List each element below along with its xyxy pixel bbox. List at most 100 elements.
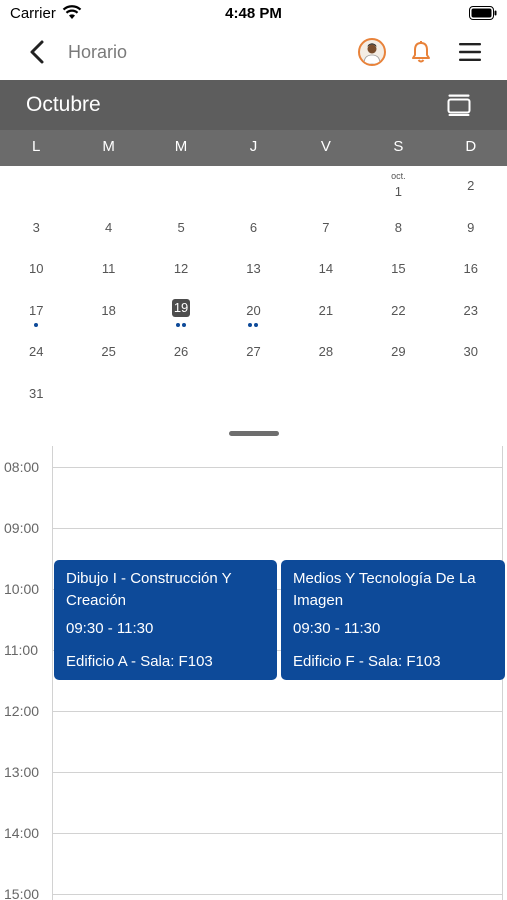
calendar-day-3[interactable]: 3 bbox=[0, 208, 72, 250]
event-indicator-dots bbox=[145, 321, 217, 327]
calendar-day-21[interactable]: 21 bbox=[290, 291, 362, 333]
class-event-card[interactable]: Dibujo I - Construcción Y Creación 09:30 … bbox=[54, 560, 277, 680]
day-number: 6 bbox=[249, 219, 258, 235]
weekday-label: J bbox=[249, 138, 258, 155]
calendar-day-31[interactable]: 31 bbox=[0, 374, 72, 416]
event-dot bbox=[34, 322, 39, 327]
day-number: 16 bbox=[463, 261, 478, 277]
calendar-view-toggle-button[interactable] bbox=[447, 93, 471, 117]
user-avatar-icon bbox=[363, 43, 381, 64]
day-number: 31 bbox=[28, 386, 44, 401]
class-event-card[interactable]: Medios Y Tecnología De La Imagen 09:30 - … bbox=[281, 560, 505, 680]
event-dot bbox=[254, 322, 259, 327]
day-number: 9 bbox=[467, 219, 475, 235]
event-indicator-dots bbox=[0, 321, 72, 327]
page-title: Horario bbox=[68, 42, 128, 62]
event-indicator-dots bbox=[217, 321, 289, 327]
day-number: 27 bbox=[246, 344, 261, 360]
calendar-day-15[interactable]: 15 bbox=[362, 249, 434, 291]
calendar-day-11[interactable]: 11 bbox=[72, 249, 144, 291]
calendar-day-13[interactable]: 13 bbox=[217, 249, 289, 291]
day-number: 2 bbox=[467, 178, 475, 193]
menu-button[interactable] bbox=[458, 41, 482, 63]
calendar-day-26[interactable]: 26 bbox=[145, 332, 217, 374]
calendar-day-17[interactable]: 17 bbox=[0, 291, 72, 333]
day-number: 4 bbox=[105, 219, 113, 235]
day-number: 5 bbox=[177, 219, 185, 235]
day-number: 3 bbox=[32, 219, 40, 235]
hour-gridline bbox=[52, 528, 503, 529]
calendar-day-4[interactable]: 4 bbox=[72, 208, 144, 250]
avatar[interactable] bbox=[358, 38, 386, 66]
hour-gridline bbox=[52, 894, 503, 895]
day-number: 19 bbox=[172, 298, 191, 317]
weekday-label: M bbox=[102, 138, 115, 155]
weekday-header-row: LMMJVSD bbox=[0, 130, 507, 166]
calendar-day-6[interactable]: 6 bbox=[217, 208, 289, 250]
calendar-day-22[interactable]: 22 bbox=[362, 291, 434, 333]
hour-label: 10:00 bbox=[4, 581, 40, 597]
hour-label: 11:00 bbox=[4, 642, 38, 658]
day-number: 1 bbox=[394, 184, 402, 199]
day-number: 20 bbox=[246, 302, 261, 318]
back-button[interactable] bbox=[24, 38, 54, 68]
event-title: Dibujo I - Construcción Y Creación bbox=[66, 570, 232, 609]
notifications-button[interactable] bbox=[409, 39, 433, 65]
calendar-day-25[interactable]: 25 bbox=[72, 332, 144, 374]
event-time: 09:30 - 11:30 bbox=[66, 620, 154, 637]
calendar-day-20[interactable]: 20 bbox=[217, 291, 289, 333]
bell-icon bbox=[412, 41, 430, 63]
event-title: Medios Y Tecnología De La Imagen bbox=[293, 570, 476, 609]
day-number: 30 bbox=[463, 344, 478, 360]
day-number: 23 bbox=[463, 302, 478, 318]
calendar-day-16[interactable]: 16 bbox=[435, 249, 507, 291]
hour-gridline bbox=[52, 467, 503, 468]
calendar-day-8[interactable]: 8 bbox=[362, 208, 434, 250]
day-timeline[interactable]: 08:00 09:00 10:00 11:00 12:00 13:00 14:00 15:00… bbox=[0, 446, 507, 900]
stack-view-icon bbox=[447, 94, 471, 116]
event-time: 09:30 - 11:30 bbox=[293, 620, 381, 637]
chevron-left-icon bbox=[30, 40, 44, 64]
day-number: 15 bbox=[391, 261, 406, 277]
day-number: 12 bbox=[173, 261, 189, 277]
hour-label: 13:00 bbox=[4, 764, 40, 780]
calendar-day-1[interactable]: oct. 1 bbox=[362, 166, 434, 208]
day-number: 18 bbox=[101, 302, 116, 318]
status-bar: Carrier 4:48 PM bbox=[0, 0, 507, 28]
calendar-day-5[interactable]: 5 bbox=[145, 208, 217, 250]
day-number: 10 bbox=[28, 261, 44, 277]
calendar-day-12[interactable]: 12 bbox=[145, 249, 217, 291]
day-number: 25 bbox=[101, 344, 116, 360]
day-number: 14 bbox=[318, 261, 334, 277]
calendar-day-30[interactable]: 30 bbox=[435, 332, 507, 374]
calendar-day-14[interactable]: 14 bbox=[290, 249, 362, 291]
day-number: 8 bbox=[394, 219, 402, 235]
calendar-day-10[interactable]: 10 bbox=[0, 249, 72, 291]
calendar-day-27[interactable]: 27 bbox=[217, 332, 289, 374]
event-dot bbox=[248, 322, 253, 327]
day-number: 13 bbox=[246, 261, 261, 277]
calendar-day-2[interactable]: 2 bbox=[435, 166, 507, 208]
clock-label: 4:48 PM bbox=[225, 5, 282, 22]
weekday-label: V bbox=[320, 138, 331, 155]
calendar-day-24[interactable]: 24 bbox=[0, 332, 72, 374]
calendar-day-18[interactable]: 18 bbox=[72, 291, 144, 333]
calendar-day-grid: oct. 1 2 3 4 5 6 7 8 9 10 11 12 13 14 15 16 17 18 19 20 21 22 2… bbox=[0, 166, 507, 422]
calendar-day-19[interactable]: 19 bbox=[145, 291, 217, 333]
month-abbrev-label: oct. bbox=[391, 171, 406, 181]
day-number: 28 bbox=[318, 344, 334, 360]
month-title: Octubre bbox=[26, 93, 101, 116]
month-header: Octubre bbox=[0, 80, 507, 130]
day-number: 21 bbox=[318, 302, 334, 318]
calendar-resize-handle[interactable] bbox=[229, 431, 279, 436]
hour-gridline bbox=[52, 772, 503, 773]
calendar-day-23[interactable]: 23 bbox=[435, 291, 507, 333]
calendar-day-29[interactable]: 29 bbox=[362, 332, 434, 374]
hour-gridline bbox=[52, 833, 503, 834]
calendar-day-28[interactable]: 28 bbox=[290, 332, 362, 374]
calendar-day-7[interactable]: 7 bbox=[290, 208, 362, 250]
hour-label: 15:00 bbox=[4, 886, 40, 900]
weekday-label: M bbox=[174, 138, 188, 155]
calendar-day-9[interactable]: 9 bbox=[435, 208, 507, 250]
nav-bar: Horario bbox=[0, 28, 507, 80]
